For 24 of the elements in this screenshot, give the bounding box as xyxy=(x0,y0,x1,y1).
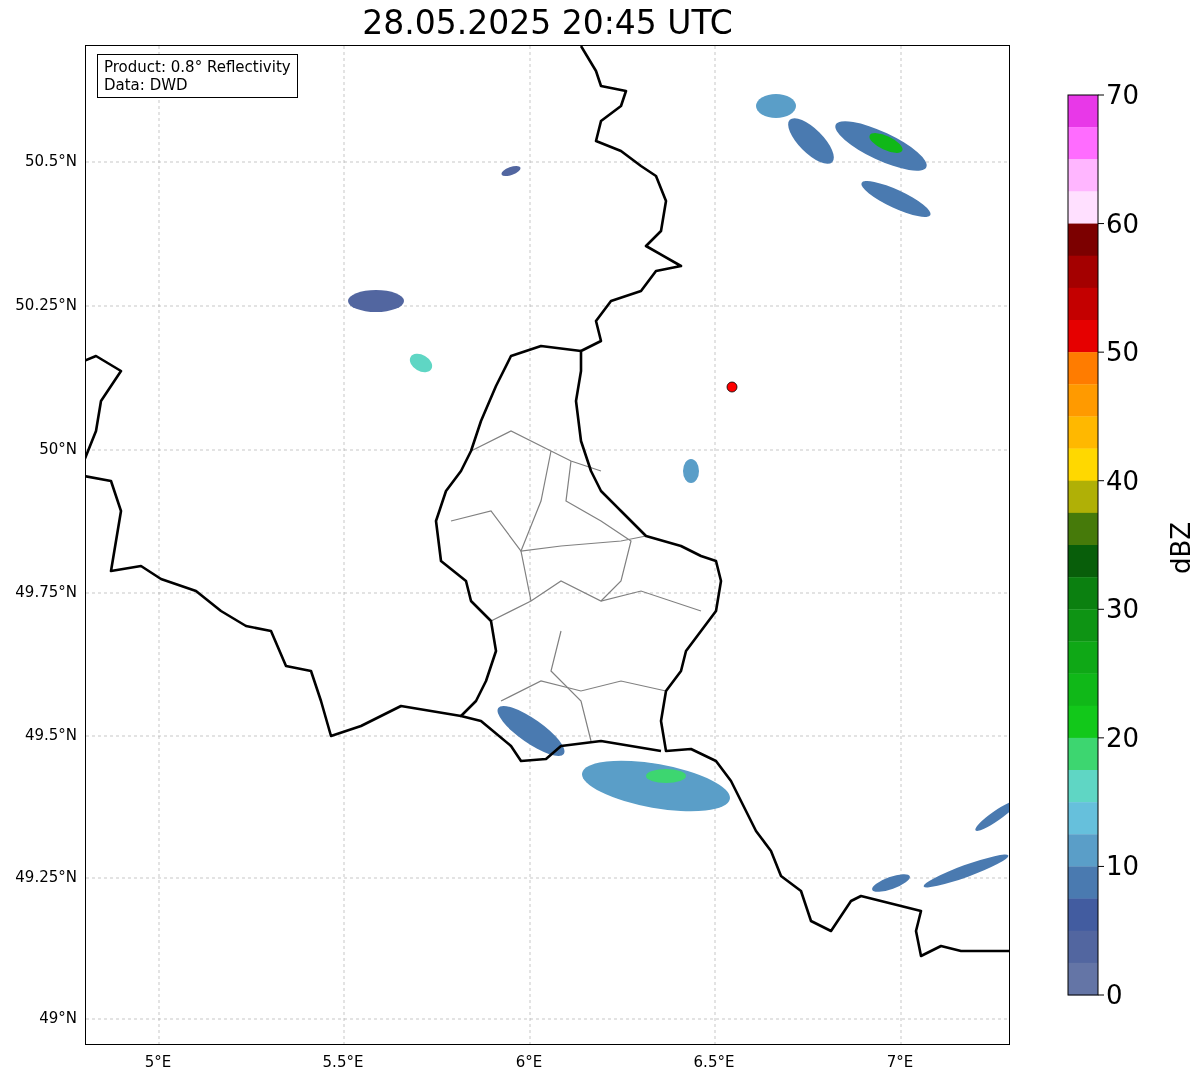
longitude-tick-label: 5.5°E xyxy=(322,1053,364,1071)
colorbar-tick-label: 50 xyxy=(1106,337,1140,368)
latitude-tick-label: 49.25°N xyxy=(15,868,77,886)
latitude-tick-label: 49.75°N xyxy=(15,583,77,601)
chart-title: 28.05.2025 20:45 UTC xyxy=(362,2,733,44)
colorbar-tick-label: 60 xyxy=(1106,208,1140,239)
longitude-tick-label: 6.5°E xyxy=(693,1053,735,1071)
longitude-tick-label: 5°E xyxy=(144,1053,172,1071)
colorbar-tick-label: 70 xyxy=(1106,80,1140,110)
latitude-tick-label: 50°N xyxy=(39,440,77,458)
colorbar-tick-label: 40 xyxy=(1106,465,1140,496)
longitude-tick-label: 7°E xyxy=(886,1053,914,1071)
colorbar-label: dBZ xyxy=(1166,521,1196,575)
latitude-tick-label: 50.25°N xyxy=(15,296,77,314)
latitude-tick-label: 49°N xyxy=(39,1009,77,1027)
info-text: Data: DWD xyxy=(104,76,189,94)
colorbar-tick-label: 20 xyxy=(1106,722,1140,753)
latitude-tick-label: 49.5°N xyxy=(24,726,77,744)
longitude-tick-label: 6°E xyxy=(515,1053,543,1071)
colorbar-tick-label: 10 xyxy=(1106,851,1140,882)
latitude-tick-label: 50.5°N xyxy=(24,152,77,170)
colorbar-tick-label: 30 xyxy=(1106,594,1140,625)
info-text: Product: 0.8° Reflectivity xyxy=(104,58,291,76)
colorbar-tick-label: 0 xyxy=(1106,980,1123,1010)
